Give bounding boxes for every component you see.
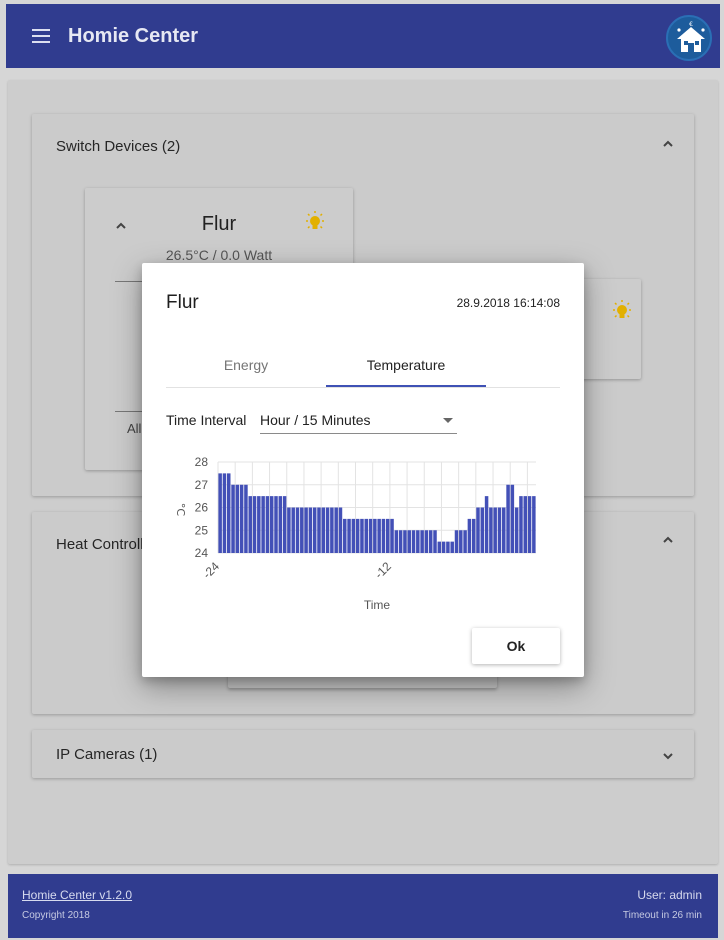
temperature-bar[interactable] <box>226 473 231 553</box>
temperature-bar[interactable] <box>278 496 283 553</box>
temperature-bar[interactable] <box>514 507 519 554</box>
temperature-bar[interactable] <box>222 473 227 553</box>
y-tick-label: 24 <box>195 546 209 560</box>
y-tick-label: 27 <box>195 478 209 492</box>
temperature-bar[interactable] <box>355 518 360 553</box>
dropdown-arrow-icon <box>443 418 453 423</box>
temperature-bar[interactable] <box>527 496 532 553</box>
temperature-bar[interactable] <box>497 507 502 554</box>
temperature-bar[interactable] <box>343 518 347 553</box>
temperature-bar[interactable] <box>420 530 424 553</box>
temperature-bar[interactable] <box>411 530 416 553</box>
temperature-bar[interactable] <box>287 507 291 554</box>
temperature-bar[interactable] <box>368 518 373 553</box>
temperature-bar[interactable] <box>235 484 240 553</box>
y-tick-label: 25 <box>195 523 209 537</box>
temperature-bar[interactable] <box>330 507 334 554</box>
x-axis-label: Time <box>364 598 391 612</box>
temperature-bar[interactable] <box>257 496 261 553</box>
tab-indicator <box>326 385 486 387</box>
temperature-bar[interactable] <box>377 518 381 553</box>
temperature-bar[interactable] <box>450 541 454 553</box>
temperature-bar[interactable] <box>261 496 265 553</box>
temperature-bar[interactable] <box>248 496 252 553</box>
temperature-bar[interactable] <box>484 496 489 553</box>
temperature-bar[interactable] <box>398 530 403 553</box>
temperature-bar[interactable] <box>480 507 485 554</box>
temperature-chart: 24 25 26 27 28 -24 -12 °C Time <box>174 455 536 612</box>
dialog-title: Flur <box>166 292 199 313</box>
ok-button[interactable]: Ok <box>472 628 560 664</box>
temperature-bar[interactable] <box>416 530 420 553</box>
temperature-bar[interactable] <box>394 530 399 553</box>
time-interval-label: Time Interval <box>166 412 247 428</box>
temperature-bar[interactable] <box>489 507 493 554</box>
temperature-bar[interactable] <box>471 518 476 553</box>
temperature-bar[interactable] <box>321 507 326 554</box>
temperature-bar[interactable] <box>252 496 257 553</box>
temperature-bar[interactable] <box>244 484 248 553</box>
x-tick-label: -12 <box>372 559 394 581</box>
temperature-bar[interactable] <box>441 541 446 553</box>
temperature-bar[interactable] <box>373 518 377 553</box>
y-tick-label: 28 <box>195 455 209 469</box>
chart-bars <box>218 473 536 554</box>
y-axis-label: °C <box>174 503 187 517</box>
temperature-bar[interactable] <box>308 507 313 554</box>
temperature-bar[interactable] <box>502 507 506 554</box>
dialog-timestamp: 28.9.2018 16:14:08 <box>456 296 560 310</box>
temperature-bar[interactable] <box>218 473 222 553</box>
temperature-bar[interactable] <box>459 530 463 553</box>
temperature-bar[interactable] <box>519 496 523 553</box>
temperature-bar[interactable] <box>300 507 304 554</box>
temperature-bar[interactable] <box>381 518 386 553</box>
temperature-bar[interactable] <box>446 541 450 553</box>
temperature-bar[interactable] <box>317 507 321 554</box>
temperature-bar[interactable] <box>338 507 343 554</box>
tab-bar: Energy Temperature <box>166 343 560 388</box>
temperature-bar[interactable] <box>510 484 515 553</box>
temperature-bar[interactable] <box>360 518 364 553</box>
temperature-bar[interactable] <box>532 496 536 553</box>
temperature-bar[interactable] <box>493 507 497 554</box>
temperature-bar[interactable] <box>424 530 429 553</box>
temperature-bar[interactable] <box>274 496 278 553</box>
temperature-bar[interactable] <box>403 530 407 553</box>
temperature-bar[interactable] <box>325 507 330 554</box>
temperature-bar[interactable] <box>269 496 274 553</box>
temperature-bar[interactable] <box>467 518 472 553</box>
temperature-bar[interactable] <box>437 541 442 553</box>
temperature-bar[interactable] <box>304 507 308 554</box>
temperature-bar[interactable] <box>282 496 287 553</box>
temperature-bar[interactable] <box>291 507 295 554</box>
temperature-bar[interactable] <box>231 484 235 553</box>
tab-energy[interactable]: Energy <box>166 343 326 387</box>
temperature-bar[interactable] <box>428 530 433 553</box>
temperature-bar[interactable] <box>334 507 338 554</box>
temperature-bar[interactable] <box>506 484 510 553</box>
temperature-bar[interactable] <box>463 530 467 553</box>
time-interval-select[interactable]: Hour / 15 Minutes <box>260 407 457 434</box>
temperature-bar[interactable] <box>351 518 356 553</box>
temperature-bar[interactable] <box>364 518 369 553</box>
temperature-bar[interactable] <box>454 530 459 553</box>
temperature-bar[interactable] <box>407 530 411 553</box>
tab-temperature[interactable]: Temperature <box>326 343 486 387</box>
y-tick-label: 26 <box>195 501 209 515</box>
temperature-bar[interactable] <box>239 484 244 553</box>
temperature-bar[interactable] <box>433 530 437 553</box>
temperature-bar[interactable] <box>265 496 270 553</box>
device-dialog: Flur 28.9.2018 16:14:08 Energy Temperatu… <box>142 263 584 677</box>
time-interval-value: Hour / 15 Minutes <box>260 412 371 428</box>
temperature-bar[interactable] <box>523 496 528 553</box>
temperature-bar[interactable] <box>385 518 390 553</box>
temperature-bar[interactable] <box>476 507 480 554</box>
temperature-bar[interactable] <box>295 507 300 554</box>
temperature-bar[interactable] <box>312 507 317 554</box>
temperature-bar[interactable] <box>347 518 351 553</box>
x-tick-label: -24 <box>200 559 222 581</box>
temperature-bar[interactable] <box>390 518 394 553</box>
